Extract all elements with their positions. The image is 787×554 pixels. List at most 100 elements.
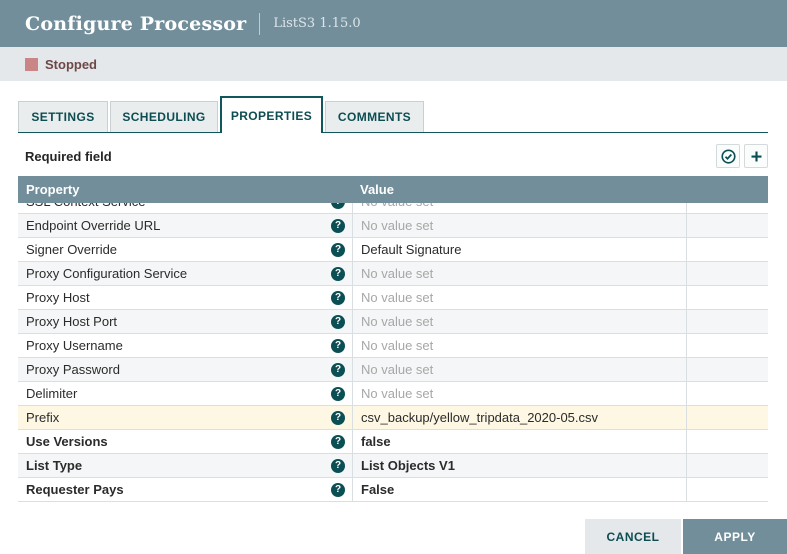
value-cell[interactable]: False — [352, 478, 686, 501]
property-name: Proxy Configuration Service — [26, 266, 187, 281]
value-cell[interactable]: Default Signature — [352, 238, 686, 261]
property-name: Proxy Password — [26, 362, 120, 377]
property-name: Requester Pays — [26, 482, 124, 497]
property-row[interactable]: List Type List Objects V1 — [18, 454, 768, 478]
stopped-status-icon — [25, 58, 38, 71]
value-cell[interactable]: No value set — [352, 203, 686, 213]
help-icon[interactable] — [331, 459, 345, 473]
configure-processor-dialog: Configure Processor ListS3 1.15.0 Stoppe… — [0, 0, 787, 554]
row-trailing-cell — [686, 334, 768, 357]
help-icon[interactable] — [331, 387, 345, 401]
status-bar: Stopped — [0, 47, 787, 81]
property-name: Use Versions — [26, 434, 108, 449]
property-name: Proxy Username — [26, 338, 123, 353]
properties-toolbar: Required field — [25, 143, 768, 169]
value-cell[interactable]: false — [352, 430, 686, 453]
help-icon[interactable] — [331, 291, 345, 305]
add-property-button[interactable] — [744, 144, 768, 168]
row-trailing-cell — [686, 406, 768, 429]
help-icon[interactable] — [331, 203, 345, 209]
property-value: csv_backup/yellow_tripdata_2020-05.csv — [361, 410, 598, 425]
property-value: No value set — [361, 338, 433, 353]
property-cell: Proxy Password — [18, 358, 352, 381]
help-icon[interactable] — [331, 339, 345, 353]
help-icon[interactable] — [331, 483, 345, 497]
column-header-value: Value — [352, 182, 768, 197]
help-icon[interactable] — [331, 243, 345, 257]
properties-table: Property Value SSL Context Service No va… — [18, 176, 768, 502]
tab-comments-label: COMMENTS — [338, 110, 411, 124]
tab-properties-label: PROPERTIES — [231, 109, 312, 123]
property-name: Signer Override — [26, 242, 117, 257]
row-trailing-cell — [686, 262, 768, 285]
row-trailing-cell — [686, 454, 768, 477]
column-header-property: Property — [18, 182, 352, 197]
properties-table-header: Property Value — [18, 176, 768, 203]
property-cell: Proxy Host Port — [18, 310, 352, 333]
property-row[interactable]: Delimiter No value set — [18, 382, 768, 406]
row-trailing-cell — [686, 358, 768, 381]
value-cell[interactable]: No value set — [352, 286, 686, 309]
value-cell[interactable]: No value set — [352, 310, 686, 333]
tab-scheduling[interactable]: SCHEDULING — [110, 101, 218, 132]
row-trailing-cell — [686, 310, 768, 333]
value-cell[interactable]: csv_backup/yellow_tripdata_2020-05.csv — [352, 406, 686, 429]
property-row[interactable]: Proxy Password No value set — [18, 358, 768, 382]
tab-properties[interactable]: PROPERTIES — [220, 96, 323, 133]
help-icon[interactable] — [331, 219, 345, 233]
property-cell: Proxy Host — [18, 286, 352, 309]
help-icon[interactable] — [331, 315, 345, 329]
row-trailing-cell — [686, 286, 768, 309]
property-name: Proxy Host Port — [26, 314, 117, 329]
property-value: No value set — [361, 386, 433, 401]
properties-table-body[interactable]: SSL Context Service No value set Endpoin… — [18, 203, 768, 502]
row-trailing-cell — [686, 430, 768, 453]
value-cell[interactable]: No value set — [352, 214, 686, 237]
row-trailing-cell — [686, 214, 768, 237]
property-row[interactable]: Requester Pays False — [18, 478, 768, 502]
property-name: Endpoint Override URL — [26, 218, 160, 233]
help-icon[interactable] — [331, 411, 345, 425]
tab-comments[interactable]: COMMENTS — [325, 101, 424, 132]
title-divider — [259, 13, 260, 35]
value-cell[interactable]: List Objects V1 — [352, 454, 686, 477]
property-name: Prefix — [26, 410, 59, 425]
property-row[interactable]: Proxy Configuration Service No value set — [18, 262, 768, 286]
property-value: Default Signature — [361, 242, 461, 257]
property-row[interactable]: Use Versions false — [18, 430, 768, 454]
property-row[interactable]: SSL Context Service No value set — [18, 203, 768, 214]
property-value: False — [361, 482, 394, 497]
cancel-button[interactable]: CANCEL — [585, 519, 681, 554]
value-cell[interactable]: No value set — [352, 358, 686, 381]
property-row[interactable]: Proxy Host No value set — [18, 286, 768, 310]
verify-properties-button[interactable] — [716, 144, 740, 168]
value-cell[interactable]: No value set — [352, 262, 686, 285]
property-cell: Delimiter — [18, 382, 352, 405]
check-circle-icon — [721, 149, 736, 164]
help-icon[interactable] — [331, 267, 345, 281]
value-cell[interactable]: No value set — [352, 334, 686, 357]
property-row[interactable]: Signer Override Default Signature — [18, 238, 768, 262]
tab-settings-label: SETTINGS — [31, 110, 94, 124]
property-cell: List Type — [18, 454, 352, 477]
row-trailing-cell — [686, 478, 768, 501]
property-row[interactable]: Prefix csv_backup/yellow_tripdata_2020-0… — [18, 406, 768, 430]
property-cell: Prefix — [18, 406, 352, 429]
apply-button[interactable]: APPLY — [683, 519, 787, 554]
property-row[interactable]: Proxy Username No value set — [18, 334, 768, 358]
tab-bar: SETTINGS SCHEDULING PROPERTIES COMMENTS — [18, 96, 768, 133]
dialog-title: Configure Processor — [25, 13, 246, 35]
property-cell: Requester Pays — [18, 478, 352, 501]
help-icon[interactable] — [331, 435, 345, 449]
status-label: Stopped — [45, 57, 97, 72]
value-cell[interactable]: No value set — [352, 382, 686, 405]
toolbar-icon-buttons — [712, 144, 768, 168]
property-name: Proxy Host — [26, 290, 90, 305]
property-row[interactable]: Proxy Host Port No value set — [18, 310, 768, 334]
plus-icon — [749, 149, 764, 164]
tab-scheduling-label: SCHEDULING — [122, 110, 205, 124]
property-row[interactable]: Endpoint Override URL No value set — [18, 214, 768, 238]
tab-settings[interactable]: SETTINGS — [18, 101, 108, 132]
help-icon[interactable] — [331, 363, 345, 377]
property-value: List Objects V1 — [361, 458, 455, 473]
